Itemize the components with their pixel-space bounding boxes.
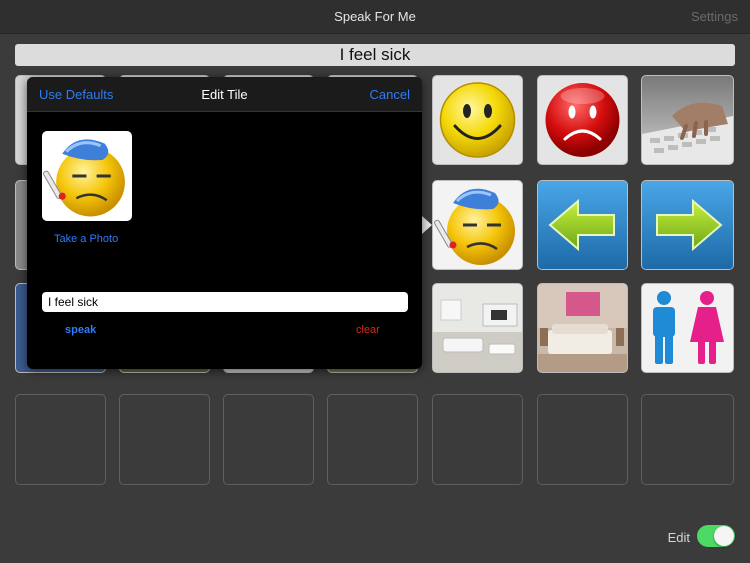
- popover-header: Use Defaults Edit Tile Cancel: [27, 77, 422, 112]
- tile-bedroom[interactable]: [537, 283, 628, 373]
- popover-caret: [422, 216, 432, 234]
- living-room-icon: [433, 284, 522, 372]
- left-arrow-icon: [538, 181, 627, 269]
- tile-sick[interactable]: [432, 180, 523, 270]
- tile-typing[interactable]: [641, 75, 734, 165]
- cancel-button[interactable]: Cancel: [370, 87, 410, 102]
- popover-title: Edit Tile: [201, 87, 248, 102]
- take-photo-button[interactable]: Take a Photo: [54, 233, 118, 245]
- empty-tile[interactable]: [119, 394, 210, 485]
- tile-frown[interactable]: [537, 75, 628, 165]
- empty-tile[interactable]: [432, 394, 523, 485]
- settings-button[interactable]: Settings: [691, 9, 738, 24]
- edit-toggle[interactable]: [697, 525, 735, 547]
- empty-tile[interactable]: [537, 394, 628, 485]
- empty-tile[interactable]: [15, 394, 106, 485]
- frown-face-icon: [545, 83, 620, 157]
- keyboard-typing-icon: [642, 76, 733, 164]
- title-bar: Speak For Me Settings: [0, 0, 750, 34]
- tile-right-arrow[interactable]: [641, 180, 734, 270]
- smiley-face-icon: [439, 82, 516, 158]
- tile-living-room[interactable]: [432, 283, 523, 373]
- app-title: Speak For Me: [334, 9, 416, 24]
- tile-smiley[interactable]: [432, 75, 523, 165]
- sick-face-icon: [43, 139, 125, 217]
- edit-tile-popover: Use Defaults Edit Tile Cancel Take a Pho…: [27, 77, 422, 369]
- clear-button[interactable]: clear: [356, 324, 380, 336]
- bedroom-icon: [538, 284, 627, 372]
- restroom-icon: [653, 291, 724, 364]
- speak-button[interactable]: speak: [65, 324, 96, 336]
- empty-tile[interactable]: [327, 394, 418, 485]
- tile-left-arrow[interactable]: [537, 180, 628, 270]
- empty-tile[interactable]: [223, 394, 314, 485]
- tile-text-input[interactable]: [42, 292, 408, 312]
- sick-face-icon: [434, 188, 515, 265]
- tile-restroom[interactable]: [641, 283, 734, 373]
- edit-label: Edit: [667, 530, 690, 545]
- phrase-bar[interactable]: I feel sick: [15, 44, 735, 66]
- toggle-knob: [714, 526, 734, 546]
- tile-photo[interactable]: [42, 131, 132, 221]
- empty-tile[interactable]: [641, 394, 734, 485]
- right-arrow-icon: [642, 181, 733, 269]
